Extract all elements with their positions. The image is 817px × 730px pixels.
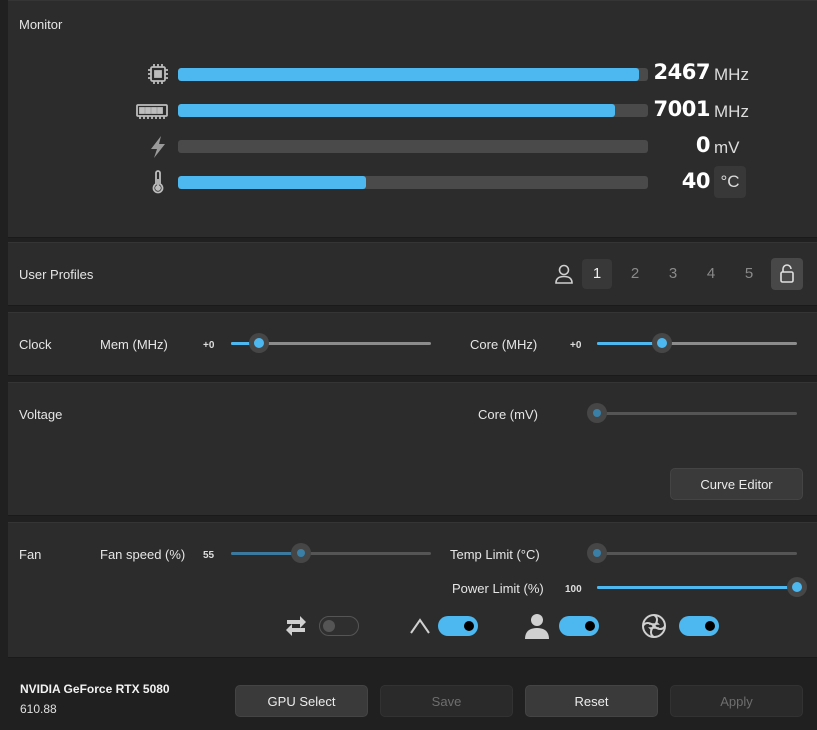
temp-limit-slider[interactable] — [597, 552, 797, 555]
profile-4-button[interactable]: 4 — [696, 259, 726, 289]
voltage-value: 0 — [695, 133, 711, 157]
temperature-bar — [178, 176, 648, 189]
power-limit-label: Power Limit (%) — [452, 581, 544, 596]
core-voltage-slider[interactable] — [597, 412, 797, 415]
power-limit-slider-handle[interactable] — [787, 577, 807, 597]
voltage-unit: mV — [714, 138, 740, 157]
fan-sync-icon — [642, 614, 666, 638]
core-clock-slider[interactable] — [597, 342, 797, 345]
temperature-value: 40 — [681, 169, 711, 193]
apply-button[interactable]: Apply — [670, 685, 803, 717]
core-clock-label: Core (MHz) — [470, 337, 538, 352]
sync-toggle[interactable] — [319, 616, 359, 636]
profile-5-button[interactable]: 5 — [734, 259, 764, 289]
mem-clock-offset: +0 — [203, 340, 215, 351]
fan-speed-label: Fan speed (%) — [100, 547, 186, 562]
memory-clock-bar — [178, 104, 648, 117]
fan-speed-slider[interactable] — [231, 552, 431, 555]
core-voltage-label: Core (mV) — [478, 407, 538, 422]
lightning-bolt-icon — [151, 136, 165, 158]
fan-title: Fan — [19, 547, 42, 562]
fan-speed-value: 55 — [203, 550, 215, 561]
power-limit-slider[interactable] — [597, 586, 797, 589]
profiles-title: User Profiles — [19, 267, 94, 282]
memory-clock-unit: MHz — [714, 102, 749, 121]
fan-sync-toggle[interactable] — [679, 616, 719, 636]
thermometer-icon — [152, 170, 164, 194]
memory-clock-value: 7001 — [653, 97, 711, 121]
profile-1-button[interactable]: 1 — [582, 259, 612, 289]
temp-limit-label: Temp Limit (°C) — [450, 547, 540, 562]
core-voltage-slider-handle[interactable] — [587, 403, 607, 423]
cpu-chip-icon — [148, 64, 168, 84]
lock-icon — [780, 264, 794, 283]
driver-version: 610.88 — [20, 702, 57, 716]
temperature-unit: °C — [714, 166, 746, 198]
memory-icon — [136, 104, 168, 119]
fan-panel: Fan Fan speed (%) 55 Temp Limit (°C) Pow… — [8, 522, 817, 658]
voltage-bar — [178, 140, 648, 153]
auto-mode-icon — [410, 618, 430, 634]
user-icon — [525, 614, 549, 639]
power-limit-value: 100 — [565, 584, 582, 595]
voltage-title: Voltage — [19, 407, 63, 422]
auto-mode-toggle[interactable] — [438, 616, 478, 636]
core-clock-slider-handle[interactable] — [652, 333, 672, 353]
sync-arrows-icon — [286, 616, 306, 636]
monitor-title: Monitor — [19, 17, 63, 32]
profile-lock-button[interactable] — [771, 258, 803, 290]
temp-limit-slider-handle[interactable] — [587, 543, 607, 563]
profile-3-button[interactable]: 3 — [658, 259, 688, 289]
profile-2-button[interactable]: 2 — [620, 259, 650, 289]
curve-editor-button[interactable]: Curve Editor — [670, 468, 803, 500]
core-clock-unit: MHz — [714, 65, 749, 84]
clock-title: Clock — [19, 337, 52, 352]
save-button[interactable]: Save — [380, 685, 513, 717]
gpu-select-button[interactable]: GPU Select — [235, 685, 368, 717]
core-clock-value: 2467 — [653, 60, 711, 84]
mem-clock-label: Mem (MHz) — [100, 337, 168, 352]
mem-clock-slider-handle[interactable] — [249, 333, 269, 353]
fan-speed-slider-handle[interactable] — [291, 543, 311, 563]
gpu-name: NVIDIA GeForce RTX 5080 — [20, 682, 170, 696]
core-clock-offset: +0 — [570, 340, 582, 351]
core-clock-bar — [178, 68, 648, 81]
user-fan-toggle[interactable] — [559, 616, 599, 636]
profile-user-icon[interactable] — [554, 263, 574, 285]
reset-button[interactable]: Reset — [525, 685, 658, 717]
